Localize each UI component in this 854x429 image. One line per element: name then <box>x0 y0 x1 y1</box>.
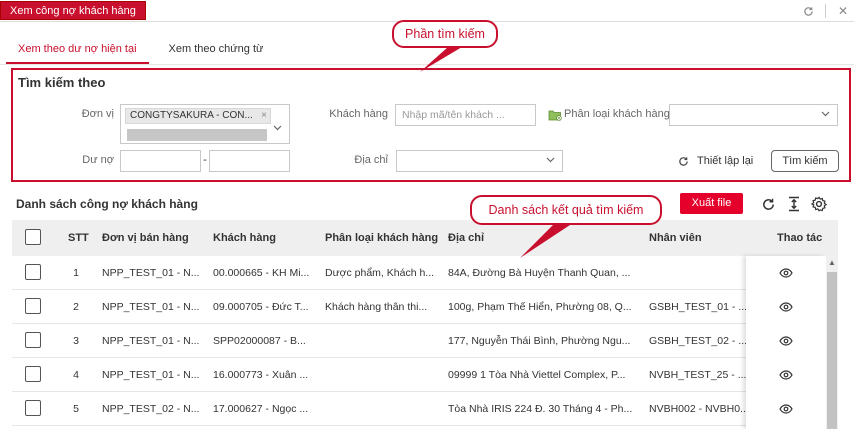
col-thao-tac: Thao tác <box>777 232 823 244</box>
cell-dia-chi: 84A, Đường Bà Huyện Thanh Quan, ... <box>448 267 631 279</box>
remove-tag-icon[interactable]: × <box>261 109 267 123</box>
phan-loai-select[interactable] <box>669 104 838 126</box>
chevron-down-icon <box>546 155 555 166</box>
cell-don-vi: NPP_TEST_02 - N... <box>102 403 200 415</box>
col-nhan-vien: Nhân viên <box>649 232 702 244</box>
table-row[interactable]: 1 NPP_TEST_01 - N... 00.000665 - KH Mi... D… <box>12 256 826 290</box>
search-callout: Phần tìm kiếm <box>392 20 498 48</box>
don-vi-label: Đơn vị <box>81 108 114 120</box>
divider <box>825 4 826 18</box>
results-callout: Danh sách kết quả tìm kiếm <box>470 195 662 225</box>
reset-button[interactable]: Thiết lập lại <box>678 152 753 170</box>
row-checkbox[interactable] <box>25 332 41 348</box>
du-no-to-input[interactable] <box>209 150 290 172</box>
cell-stt: 5 <box>73 403 79 415</box>
cell-dia-chi: 177, Nguyễn Thái Bình, Phường Ngu... <box>448 335 631 347</box>
reload-icon[interactable] <box>758 193 778 215</box>
khach-hang-placeholder: Nhập mã/tên khách ... <box>402 109 505 121</box>
col-phan-loai: Phân loại khách hàng <box>325 232 439 244</box>
cell-stt: 1 <box>73 267 79 279</box>
col-khach-hang: Khách hàng <box>213 232 276 244</box>
du-no-separator: - <box>203 154 207 166</box>
view-tabs: Xem theo dư nợ hiện tại Xem theo chứng t… <box>6 38 275 64</box>
row-checkbox[interactable] <box>25 400 41 416</box>
cell-khach-hang: 17.000627 - Ngọc ... <box>213 403 309 415</box>
chevron-down-icon <box>821 109 830 120</box>
page-tab[interactable]: Xem công nợ khách hàng <box>0 1 146 20</box>
cell-khach-hang: SPP02000087 - B... <box>213 335 306 347</box>
horizontal-scrollbar[interactable] <box>127 129 267 141</box>
cell-phan-loai: Dược phẩm, Khách h... <box>325 267 435 279</box>
refresh-icon[interactable] <box>797 0 819 22</box>
scroll-thumb[interactable] <box>827 272 837 429</box>
tab-divider <box>0 64 854 65</box>
cell-stt: 4 <box>73 369 79 381</box>
view-icon[interactable] <box>779 368 793 382</box>
table-row[interactable]: 4 NPP_TEST_01 - N... 16.000773 - Xuân ... 0… <box>12 358 826 392</box>
dia-chi-select[interactable] <box>396 150 563 172</box>
cell-nhan-vien: NVBH_TEST_25 - ... <box>649 369 747 381</box>
cell-nhan-vien: GSBH_TEST_01 - ... <box>649 301 748 313</box>
list-title: Danh sách công nợ khách hàng <box>16 197 198 211</box>
khach-hang-input[interactable]: Nhập mã/tên khách ... <box>395 104 536 126</box>
cell-dia-chi: Tòa Nhà IRIS 224 Đ. 30 Tháng 4 - Ph... <box>448 403 633 415</box>
cell-nhan-vien: GSBH_TEST_02 - ... <box>649 335 748 347</box>
don-vi-tag: CONGTYSAKURA - CON... × <box>125 108 271 124</box>
dia-chi-label: Địa chỉ <box>354 154 388 166</box>
vertical-scrollbar[interactable]: ▲ <box>826 256 838 429</box>
tab-by-document[interactable]: Xem theo chứng từ <box>157 38 276 64</box>
du-no-from-input[interactable] <box>120 150 201 172</box>
top-bar: Xem công nợ khách hàng ✕ <box>0 0 854 22</box>
table-row[interactable]: 5 NPP_TEST_02 - N... 17.000627 - Ngọc ... T… <box>12 392 826 426</box>
phan-loai-label: Phân loại khách hàng <box>564 108 670 120</box>
cell-phan-loai: Khách hàng thân thi... <box>325 301 428 313</box>
col-stt: STT <box>68 232 89 244</box>
row-checkbox[interactable] <box>25 298 41 314</box>
view-icon[interactable] <box>779 300 793 314</box>
cell-stt: 3 <box>73 335 79 347</box>
cell-don-vi: NPP_TEST_01 - N... <box>102 335 200 347</box>
reset-label: Thiết lập lại <box>697 155 754 167</box>
column-height-icon[interactable] <box>784 193 804 215</box>
export-button[interactable]: Xuất file <box>680 193 743 214</box>
cell-khach-hang: 16.000773 - Xuân ... <box>213 369 309 381</box>
cell-stt: 2 <box>73 301 79 313</box>
cell-dia-chi: 09999 1 Tòa Nhà Viettel Complex, P... <box>448 369 626 381</box>
col-dia-chi: Địa chỉ <box>448 232 485 244</box>
cell-don-vi: NPP_TEST_01 - N... <box>102 369 200 381</box>
folder-icon <box>548 109 562 124</box>
cell-dia-chi: 100g, Phạm Thế Hiển, Phường 08, Q... <box>448 301 632 313</box>
cell-don-vi: NPP_TEST_01 - N... <box>102 267 200 279</box>
du-no-label: Dư nợ <box>82 154 114 166</box>
don-vi-select[interactable]: CONGTYSAKURA - CON... × <box>120 104 290 144</box>
tab-current-debt[interactable]: Xem theo dư nợ hiện tại <box>6 38 149 64</box>
cell-khach-hang: 09.000705 - Đức T... <box>213 301 309 313</box>
scroll-up-icon[interactable]: ▲ <box>826 256 838 270</box>
cell-don-vi: NPP_TEST_01 - N... <box>102 301 200 313</box>
row-checkbox[interactable] <box>25 366 41 382</box>
search-button[interactable]: Tìm kiếm <box>771 150 839 172</box>
action-column <box>746 256 826 429</box>
select-all-checkbox[interactable] <box>25 229 41 245</box>
settings-icon[interactable] <box>809 193 829 215</box>
cell-nhan-vien: NVBH002 - NVBH0... <box>649 403 749 415</box>
refresh-icon <box>679 156 688 166</box>
view-icon[interactable] <box>779 334 793 348</box>
view-icon[interactable] <box>779 266 793 280</box>
close-icon[interactable]: ✕ <box>832 0 854 22</box>
cell-khach-hang: 00.000665 - KH Mi... <box>213 267 310 279</box>
view-icon[interactable] <box>779 402 793 416</box>
table-header: STT Đơn vị bán hàng Khách hàng Phân loại… <box>12 220 838 256</box>
row-checkbox[interactable] <box>25 264 41 280</box>
search-title: Tìm kiếm theo <box>18 75 106 90</box>
don-vi-tag-label: CONGTYSAKURA - CON... <box>130 110 253 121</box>
table-row[interactable]: 3 NPP_TEST_01 - N... SPP02000087 - B... 177… <box>12 324 826 358</box>
table-row[interactable]: 2 NPP_TEST_01 - N... 09.000705 - Đức T... K… <box>12 290 826 324</box>
khach-hang-label: Khách hàng <box>329 108 388 120</box>
top-actions: ✕ <box>797 0 854 22</box>
chevron-down-icon <box>273 123 282 134</box>
col-don-vi: Đơn vị bán hàng <box>102 232 189 244</box>
